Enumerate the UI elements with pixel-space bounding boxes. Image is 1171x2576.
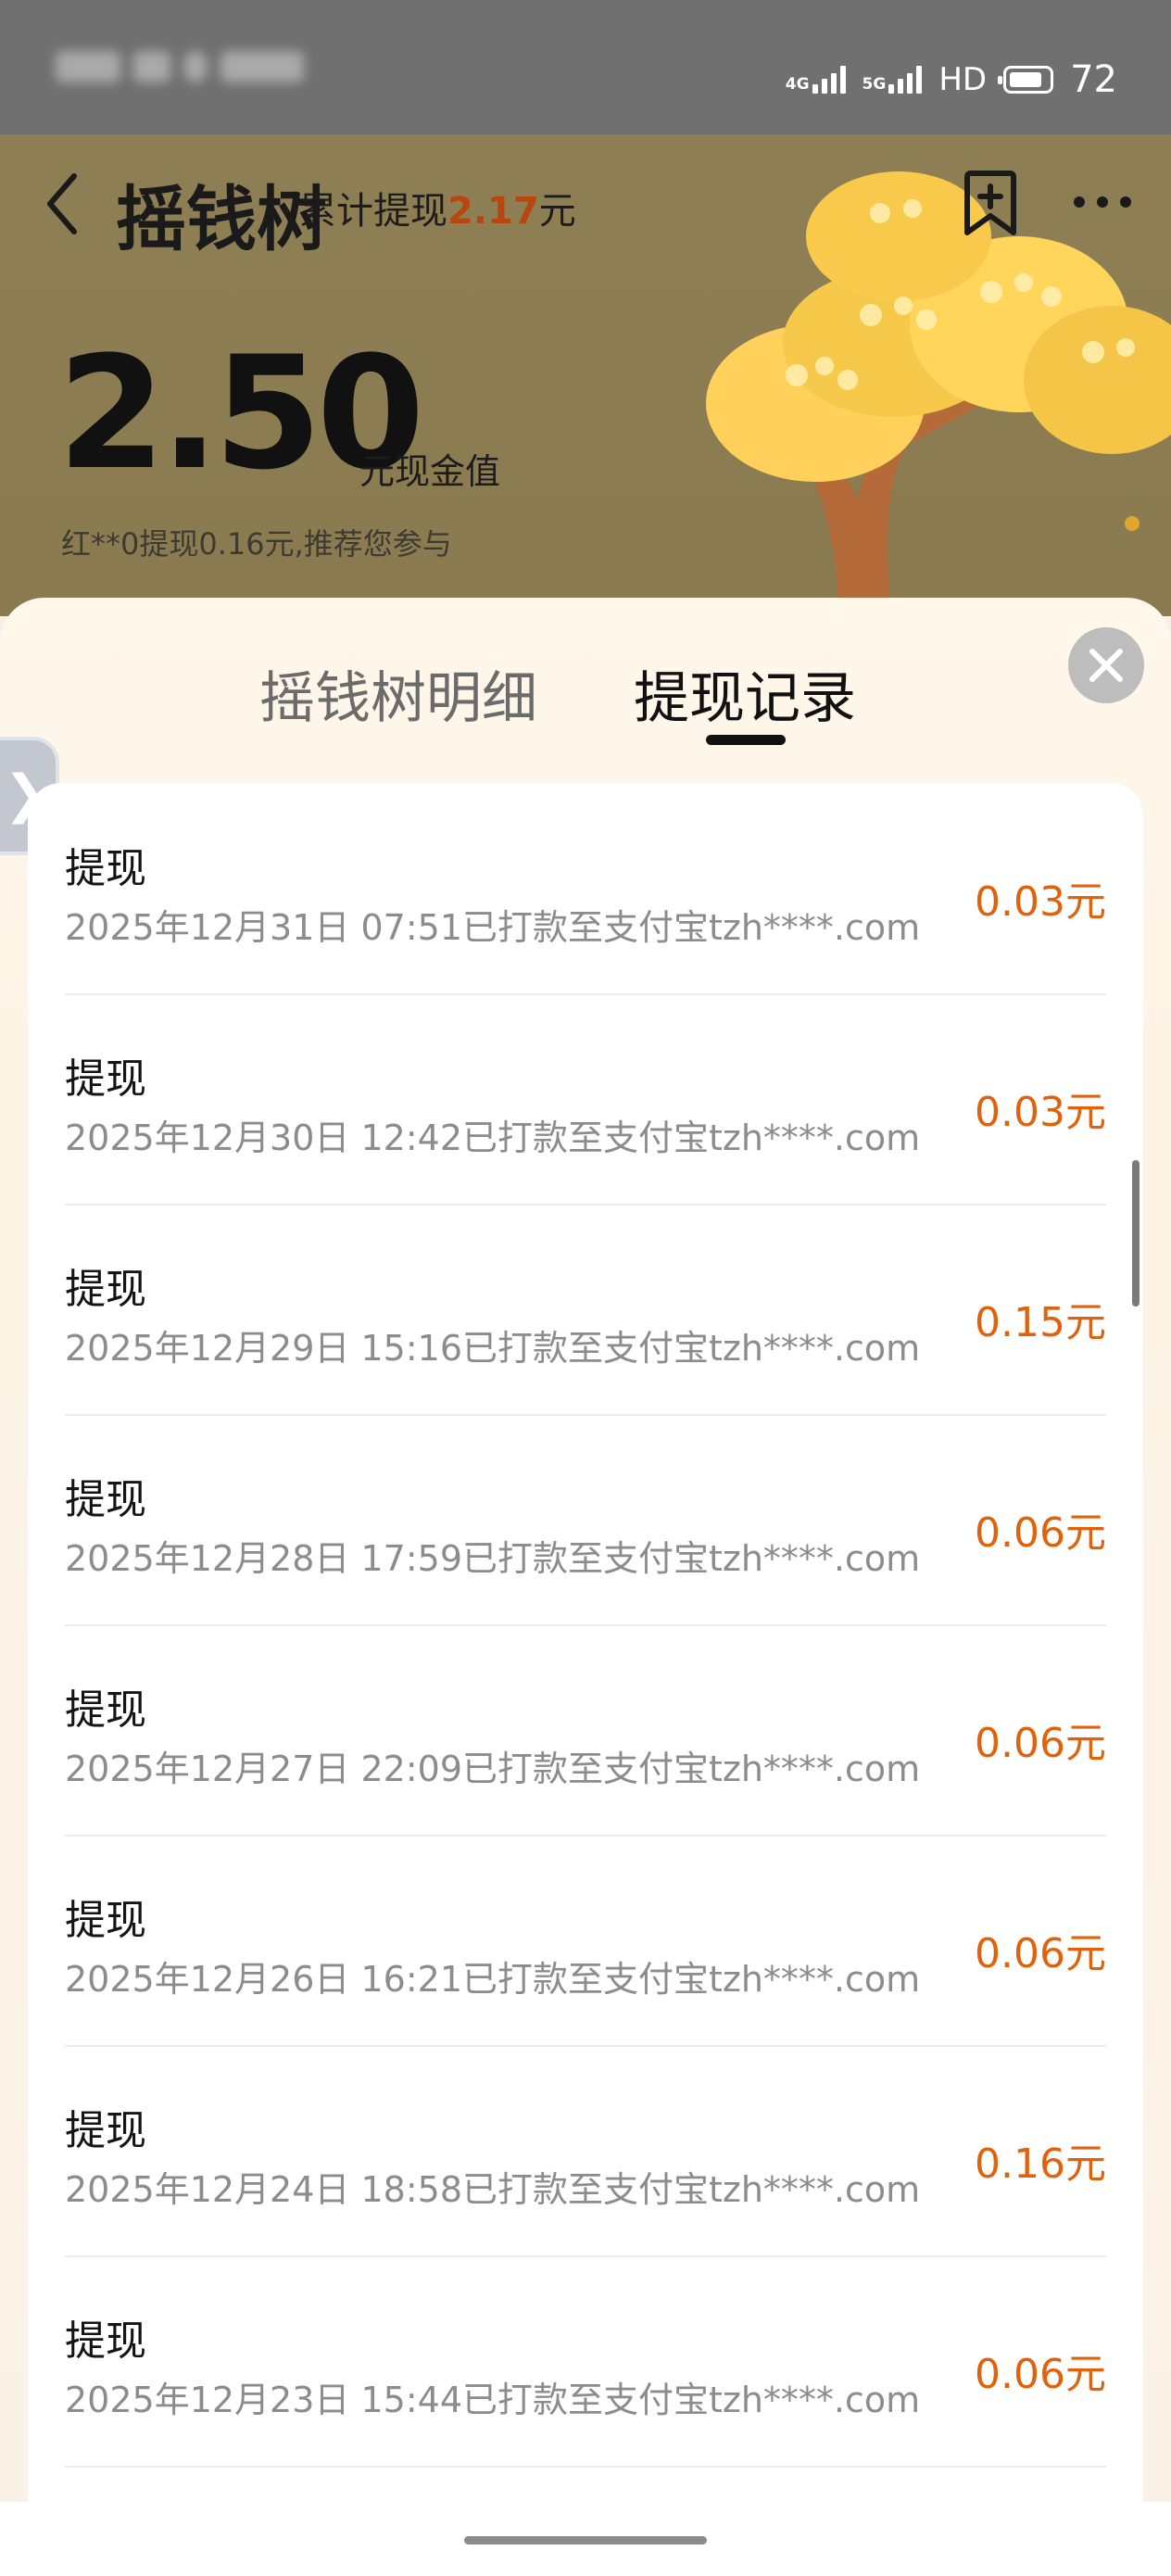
money-tree-illustration (706, 171, 1171, 602)
total-value: 2.17 (447, 190, 539, 233)
signal-5g-icon: 5G (863, 66, 923, 94)
list-item[interactable]: 提现 2025年12月24日 18:58已打款至支付宝tzh****.com 0… (65, 2045, 1106, 2257)
total-withdrawn: 累计提现2.17元 (299, 181, 576, 234)
record-amount: 0.06元 (975, 1509, 1106, 1557)
close-icon[interactable] (1068, 627, 1144, 703)
record-amount: 0.06元 (975, 1720, 1106, 1767)
hd-label: HD (938, 61, 988, 98)
net1-label: 4G (785, 75, 810, 94)
record-detail: 2025年12月31日 07:51已打款至支付宝tzh****.com (65, 907, 921, 948)
recommend-text: 红**0提现0.16元,推荐您参与 (61, 526, 452, 562)
record-title: 提现 (65, 845, 146, 892)
list-item[interactable]: 提现 2025年12月28日 17:59已打款至支付宝tzh****.com 0… (65, 1414, 1106, 1626)
record-title: 提现 (65, 1266, 146, 1313)
record-amount: 0.03元 (975, 1089, 1106, 1136)
tab-withdraw-records[interactable]: 提现记录 (634, 653, 856, 734)
record-title: 提现 (65, 1055, 146, 1103)
battery-level: 72 (1070, 58, 1117, 101)
signal-4g-icon: 4G (786, 66, 846, 94)
total-suffix: 元 (538, 190, 576, 233)
scrollbar[interactable] (1132, 1160, 1140, 1307)
bookmark-add-icon[interactable] (960, 170, 1021, 236)
records-sheet: 摇钱树明细 提现记录 ❯ 提现 2025年12月31日 07:51已打款至支付宝… (0, 598, 1171, 2576)
list-item[interactable]: 提现 2025年12月27日 22:09已打款至支付宝tzh****.com 0… (65, 1624, 1106, 1837)
balance-unit: 元现金值 (359, 451, 501, 492)
list-item[interactable]: 提现 2025年12月31日 07:51已打款至支付宝tzh****.com 0… (65, 783, 1106, 995)
record-detail: 2025年12月23日 15:44已打款至支付宝tzh****.com (65, 2380, 921, 2420)
tab-tree-detail[interactable]: 摇钱树明细 (259, 653, 537, 734)
status-right: 4G 5G HD 72 (786, 54, 1117, 106)
record-detail: 2025年12月28日 17:59已打款至支付宝tzh****.com (65, 1538, 921, 1579)
page-title: 摇钱树 (116, 178, 327, 260)
net2-label: 5G (862, 75, 887, 94)
back-icon[interactable] (39, 167, 85, 241)
record-detail: 2025年12月27日 22:09已打款至支付宝tzh****.com (65, 1749, 921, 1789)
record-amount: 0.15元 (975, 1299, 1106, 1346)
status-bar: 4G 5G HD 72 (0, 0, 1171, 134)
home-indicator[interactable] (464, 2536, 707, 2544)
total-prefix: 累计提现 (299, 190, 447, 233)
record-title: 提现 (65, 1897, 146, 1944)
list-item[interactable]: 提现 2025年12月23日 15:44已打款至支付宝tzh****.com 0… (65, 2255, 1106, 2468)
active-tab-indicator (706, 735, 786, 745)
records-list: 提现 2025年12月31日 07:51已打款至支付宝tzh****.com 0… (28, 783, 1143, 2576)
more-icon[interactable] (1070, 190, 1135, 214)
record-title: 提现 (65, 2317, 146, 2365)
record-title: 提现 (65, 1476, 146, 1523)
record-amount: 0.03元 (975, 878, 1106, 926)
record-amount: 0.16元 (975, 2140, 1106, 2188)
list-item[interactable]: 提现 2025年12月29日 15:16已打款至支付宝tzh****.com 0… (65, 1204, 1106, 1416)
record-amount: 0.06元 (975, 1930, 1106, 1977)
list-item[interactable]: 提现 2025年12月26日 16:21已打款至支付宝tzh****.com 0… (65, 1835, 1106, 2047)
status-left-blurred (56, 51, 361, 107)
record-title: 提现 (65, 1686, 146, 1734)
list-item[interactable]: 提现 2025年12月30日 12:42已打款至支付宝tzh****.com 0… (65, 993, 1106, 1206)
record-detail: 2025年12月24日 18:58已打款至支付宝tzh****.com (65, 2169, 921, 2210)
record-amount: 0.06元 (975, 2351, 1106, 2398)
record-detail: 2025年12月29日 15:16已打款至支付宝tzh****.com (65, 1328, 921, 1369)
battery-icon (998, 66, 1054, 94)
record-title: 提现 (65, 2107, 146, 2154)
record-detail: 2025年12月26日 16:21已打款至支付宝tzh****.com (65, 1959, 921, 2000)
record-detail: 2025年12月30日 12:42已打款至支付宝tzh****.com (65, 1118, 921, 1158)
